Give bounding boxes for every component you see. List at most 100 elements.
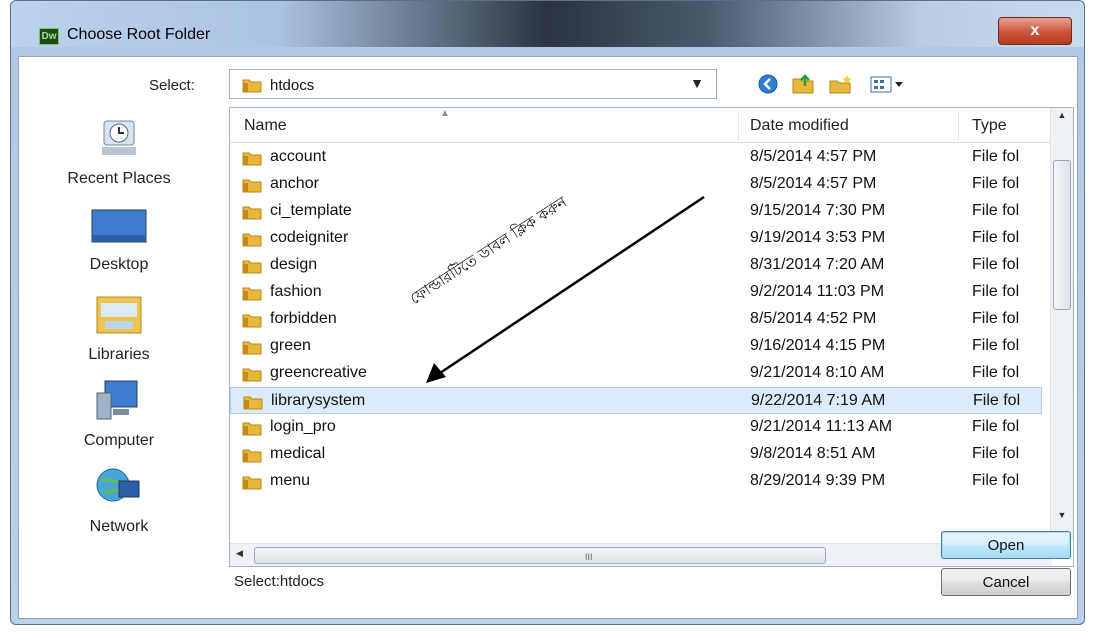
- file-date: 9/15/2014 7:30 PM: [750, 202, 886, 219]
- file-name: medical: [270, 445, 326, 462]
- new-folder-icon[interactable]: [827, 71, 855, 97]
- status-text: Select:htdocs: [234, 573, 325, 590]
- file-type: File fol: [972, 472, 1020, 489]
- folder-icon: [242, 285, 262, 306]
- file-type: File fol: [972, 337, 1020, 354]
- sort-arrow-icon: ▲: [440, 108, 450, 119]
- libraries-icon: [96, 296, 142, 334]
- file-date: 8/5/2014 4:57 PM: [750, 148, 877, 165]
- desktop-icon: [91, 209, 147, 243]
- place-network[interactable]: Network: [19, 463, 219, 536]
- file-date: 9/22/2014 7:19 AM: [751, 392, 886, 409]
- scroll-down-icon[interactable]: ▼: [1051, 510, 1073, 528]
- table-row[interactable]: menu 8/29/2014 9:39 PM File fol: [230, 468, 1042, 495]
- computer-icon: [96, 380, 138, 420]
- file-name: forbidden: [270, 310, 337, 327]
- file-date: 8/31/2014 7:20 AM: [750, 256, 885, 273]
- file-name: ci_template: [270, 202, 352, 219]
- close-button[interactable]: x: [998, 17, 1072, 45]
- column-header-date[interactable]: Date modified: [750, 117, 849, 135]
- file-type: File fol: [972, 418, 1020, 435]
- file-type: File fol: [972, 445, 1020, 462]
- title-bar[interactable]: Dw Choose Root Folder x: [11, 1, 1084, 47]
- folder-icon: [242, 231, 262, 252]
- dialog-window: Dw Choose Root Folder x Select: htdocs ▼: [10, 0, 1085, 625]
- file-type: File fol: [972, 283, 1020, 300]
- file-name: menu: [270, 472, 311, 489]
- file-date: 9/16/2014 4:15 PM: [750, 337, 886, 354]
- horizontal-scroll-thumb[interactable]: III: [254, 547, 826, 564]
- scroll-left-icon[interactable]: ◀: [236, 548, 243, 559]
- scroll-grip: III: [585, 552, 593, 562]
- open-button[interactable]: Open: [941, 531, 1071, 559]
- file-date: 8/5/2014 4:57 PM: [750, 175, 877, 192]
- chevron-down-icon[interactable]: ▼: [690, 75, 704, 91]
- folder-path-combo[interactable]: htdocs ▼: [229, 69, 717, 99]
- network-icon: [96, 468, 140, 502]
- up-folder-icon[interactable]: [789, 71, 817, 97]
- file-date: 8/5/2014 4:52 PM: [750, 310, 877, 327]
- file-type: File fol: [973, 392, 1021, 409]
- folder-icon: [242, 204, 262, 225]
- column-header-name[interactable]: Name: [244, 117, 287, 135]
- file-date: 9/8/2014 8:51 AM: [750, 445, 876, 462]
- folder-icon: [242, 339, 262, 360]
- file-name: fashion: [270, 283, 322, 300]
- file-date: 9/21/2014 8:10 AM: [750, 364, 885, 381]
- file-date: 9/2/2014 11:03 PM: [750, 283, 885, 300]
- file-name: login_pro: [270, 418, 336, 435]
- file-name: librarysystem: [271, 392, 366, 409]
- dialog-title: Choose Root Folder: [67, 26, 211, 43]
- dialog-body: Select: htdocs ▼ Recent Places Desktop L…: [18, 56, 1078, 619]
- place-libraries[interactable]: Libraries: [19, 293, 219, 364]
- place-label: Computer: [83, 432, 155, 449]
- place-label: Recent Places: [67, 170, 171, 187]
- horizontal-scrollbar[interactable]: ◀ III ▶: [230, 543, 1052, 566]
- folder-icon: [242, 420, 262, 441]
- folder-icon: [242, 366, 262, 387]
- place-desktop[interactable]: Desktop: [19, 207, 219, 274]
- column-header-type[interactable]: Type: [972, 117, 1007, 135]
- folder-icon: [242, 258, 262, 279]
- file-type: File fol: [972, 310, 1020, 327]
- vertical-scrollbar[interactable]: ▲ ▼: [1050, 108, 1073, 540]
- place-label: Network: [89, 518, 149, 535]
- select-label: Select:: [149, 77, 195, 94]
- file-type: File fol: [972, 148, 1020, 165]
- recent-places-icon: [102, 120, 136, 155]
- table-row[interactable]: medical 9/8/2014 8:51 AM File fol: [230, 441, 1042, 468]
- file-date: 9/21/2014 11:13 AM: [750, 418, 893, 435]
- table-row[interactable]: account 8/5/2014 4:57 PM File fol: [230, 144, 1042, 171]
- place-recent-places[interactable]: Recent Places: [19, 117, 219, 188]
- folder-path-value: htdocs: [270, 77, 315, 94]
- table-row[interactable]: login_pro 9/21/2014 11:13 AM File fol: [230, 414, 1042, 441]
- view-menu-icon[interactable]: [867, 71, 907, 97]
- file-date: 8/29/2014 9:39 PM: [750, 472, 886, 489]
- file-type: File fol: [972, 256, 1020, 273]
- folder-icon: [243, 394, 263, 415]
- file-type: File fol: [972, 202, 1020, 219]
- file-name: account: [270, 148, 327, 165]
- place-label: Libraries: [88, 346, 150, 363]
- annotation-arrow-icon: [426, 195, 705, 383]
- file-name: anchor: [270, 175, 319, 192]
- folder-icon: [242, 177, 262, 198]
- file-name: green: [270, 337, 311, 354]
- folder-icon: [242, 312, 262, 333]
- list-header: Name ▲ Date modified Type: [230, 108, 1073, 143]
- file-type: File fol: [972, 364, 1020, 381]
- file-date: 9/19/2014 3:53 PM: [750, 229, 886, 246]
- back-icon[interactable]: [754, 71, 782, 97]
- vertical-scroll-thumb[interactable]: [1053, 160, 1071, 310]
- file-name: greencreative: [270, 364, 367, 381]
- place-computer[interactable]: Computer: [19, 377, 219, 450]
- file-type: File fol: [972, 229, 1020, 246]
- dreamweaver-icon: Dw: [39, 28, 59, 45]
- folder-icon: [242, 150, 262, 171]
- file-type: File fol: [972, 175, 1020, 192]
- file-name: codeigniter: [270, 229, 349, 246]
- places-bar: Recent Places Desktop Libraries Computer…: [19, 107, 219, 535]
- folder-icon: [242, 474, 262, 495]
- scroll-up-icon[interactable]: ▲: [1051, 110, 1073, 128]
- cancel-button[interactable]: Cancel: [941, 568, 1071, 596]
